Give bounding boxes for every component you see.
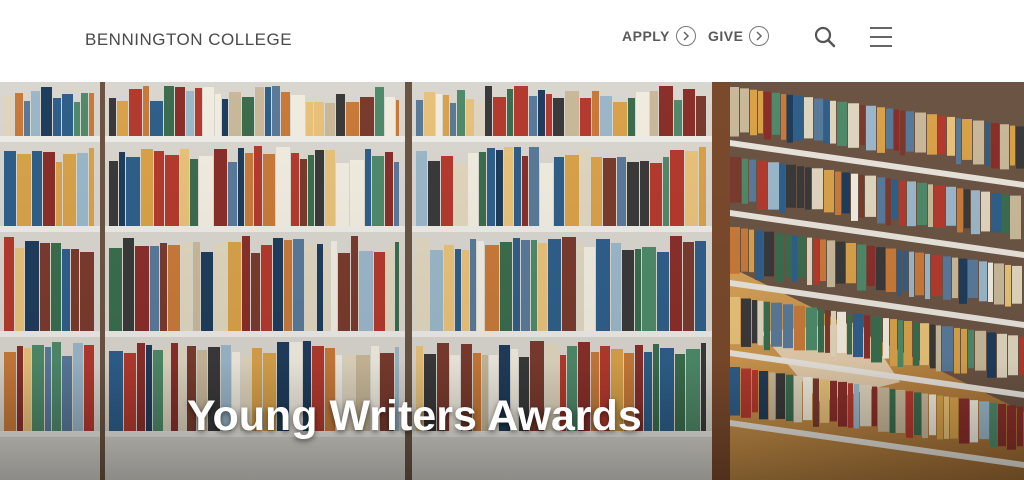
- site-logo[interactable]: BENNINGTON COLLEGE: [85, 30, 292, 50]
- hamburger-menu-icon: [870, 27, 892, 47]
- chevron-right-circle-icon: [675, 26, 696, 46]
- search-icon: [814, 26, 836, 48]
- give-link[interactable]: GIVE: [708, 25, 770, 47]
- chevron-right-circle-icon: [749, 26, 770, 46]
- give-label: GIVE: [708, 28, 744, 44]
- apply-label: APPLY: [622, 28, 670, 44]
- apply-link[interactable]: APPLY: [622, 25, 696, 47]
- hero-banner: Young Writers Awards: [0, 82, 1024, 480]
- search-button[interactable]: [813, 25, 837, 49]
- site-header: BENNINGTON COLLEGE APPLY GIVE: [0, 0, 1024, 82]
- menu-button[interactable]: [868, 25, 894, 49]
- hero-title: Young Writers Awards: [187, 392, 642, 440]
